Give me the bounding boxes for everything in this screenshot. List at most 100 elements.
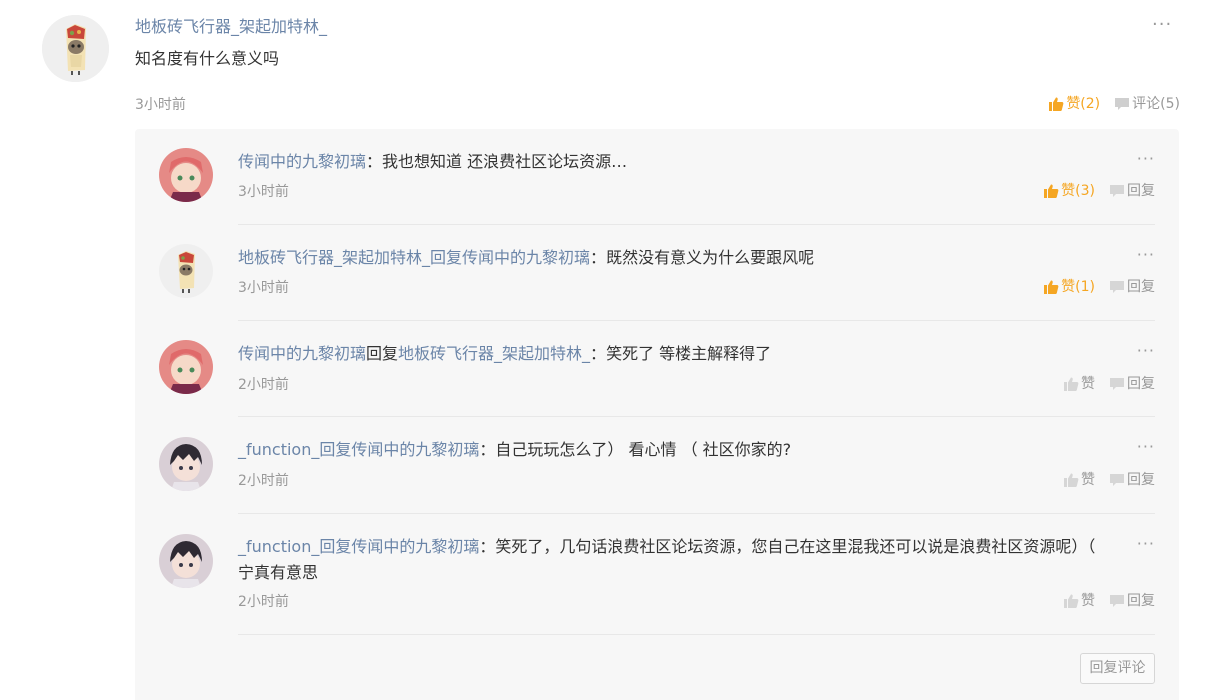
reply-word: 回复 bbox=[319, 440, 352, 459]
comment-icon bbox=[1110, 281, 1124, 293]
reply-target[interactable]: 传闻中的九黎初璃 bbox=[351, 440, 479, 459]
thumbs-up-icon bbox=[1064, 473, 1079, 487]
reply-content: 传闻中的九黎初璃回复地板砖飞行器_架起加特林_：笑死了 等楼主解释得了 bbox=[238, 341, 1108, 367]
reply-like-label: 赞 bbox=[1081, 472, 1095, 488]
reply-author[interactable]: 地板砖飞行器_架起加特林_ bbox=[238, 248, 430, 267]
post-author-name[interactable]: 地板砖飞行器_架起加特林_ bbox=[135, 16, 327, 38]
reply-reply-label: 回复 bbox=[1127, 593, 1155, 609]
thumbs-up-icon bbox=[1064, 594, 1079, 608]
reply-like-button[interactable]: 赞(3) bbox=[1043, 181, 1095, 201]
thumbs-up-icon bbox=[1049, 97, 1064, 111]
reply-avatar[interactable] bbox=[159, 340, 213, 394]
divider bbox=[238, 634, 1155, 635]
comment-icon bbox=[1110, 185, 1124, 197]
reply-reply-label: 回复 bbox=[1127, 472, 1155, 488]
reply-reply-label: 回复 bbox=[1127, 183, 1155, 199]
reply-word: 回复 bbox=[430, 248, 463, 267]
reply-like-button[interactable]: 赞 bbox=[1063, 470, 1095, 490]
reply-actions: 赞 回复 bbox=[1063, 591, 1155, 611]
reply-text: 自己玩玩怎么了） 看心情 （ 社区你家的? bbox=[495, 440, 792, 459]
reply-reply-label: 回复 bbox=[1127, 376, 1155, 392]
reply-word: 回复 bbox=[319, 537, 352, 556]
reply-colon: ： bbox=[590, 344, 607, 363]
reply-more-icon[interactable]: ··· bbox=[1137, 149, 1155, 169]
reply-like-button[interactable]: 赞(1) bbox=[1043, 277, 1095, 297]
reply-text: 笑死了 等楼主解释得了 bbox=[606, 344, 772, 363]
post-comment-button[interactable]: 评论(5) bbox=[1114, 94, 1180, 114]
reply-time: 3小时前 bbox=[238, 280, 289, 296]
reply-author[interactable]: _function_ bbox=[238, 440, 319, 459]
reply-more-icon[interactable]: ··· bbox=[1137, 534, 1155, 554]
reply-like-label: 赞(1) bbox=[1061, 279, 1095, 295]
reply-colon: ： bbox=[590, 248, 607, 267]
reply-actions: 赞(1) 回复 bbox=[1043, 277, 1155, 297]
reply-avatar[interactable] bbox=[159, 148, 213, 202]
reply-content: _function_回复传闻中的九黎初璃：笑死了，几句话浪费社区论坛资源，您自己… bbox=[238, 534, 1108, 586]
reply-more-icon[interactable]: ··· bbox=[1137, 245, 1155, 265]
anime-girl-avatar-icon bbox=[159, 148, 213, 202]
reply-like-label: 赞 bbox=[1081, 376, 1095, 392]
reply-more-icon[interactable]: ··· bbox=[1137, 437, 1155, 457]
reply-reply-button[interactable]: 回复 bbox=[1109, 181, 1155, 201]
reply-like-button[interactable]: 赞 bbox=[1063, 374, 1095, 394]
reply-reply-button[interactable]: 回复 bbox=[1109, 591, 1155, 611]
reply-comment-button[interactable]: 回复评论 bbox=[1080, 653, 1155, 684]
reply-colon: ： bbox=[479, 537, 496, 556]
reply-reply-button[interactable]: 回复 bbox=[1109, 374, 1155, 394]
reply-avatar[interactable] bbox=[159, 534, 213, 588]
comment-icon bbox=[1115, 98, 1130, 110]
reply-content: 地板砖飞行器_架起加特林_回复传闻中的九黎初璃：既然没有意义为什么要跟风呢 bbox=[238, 245, 1108, 271]
post-text: 知名度有什么意义吗 bbox=[135, 49, 280, 68]
anime-girl-avatar-icon bbox=[159, 340, 213, 394]
reply-reply-button[interactable]: 回复 bbox=[1109, 277, 1155, 297]
post-comment-label: 评论(5) bbox=[1132, 96, 1180, 112]
burrito-figure-icon bbox=[159, 244, 213, 298]
comment-icon bbox=[1110, 378, 1124, 390]
reply-author[interactable]: _function_ bbox=[238, 537, 319, 556]
thumbs-up-icon bbox=[1064, 377, 1079, 391]
reply-like-button[interactable]: 赞 bbox=[1063, 591, 1095, 611]
reply-avatar[interactable] bbox=[159, 437, 213, 491]
reply-reply-button[interactable]: 回复 bbox=[1109, 470, 1155, 490]
reply-target[interactable]: 地板砖飞行器_架起加特林_ bbox=[398, 344, 590, 363]
reply-target[interactable]: 传闻中的九黎初璃 bbox=[351, 537, 479, 556]
anime-boy-avatar-icon bbox=[159, 534, 213, 588]
reply-time: 2小时前 bbox=[238, 377, 289, 393]
comment-icon bbox=[1110, 474, 1124, 486]
reply-content: 传闻中的九黎初璃：我也想知道 还浪费社区论坛资源… bbox=[238, 149, 1108, 175]
reply-like-label: 赞 bbox=[1081, 593, 1095, 609]
post-like-label: 赞(2) bbox=[1066, 96, 1101, 112]
reply-text: 我也想知道 还浪费社区论坛资源… bbox=[382, 152, 628, 171]
reply-like-label: 赞(3) bbox=[1061, 183, 1095, 199]
post-actions: 赞(2) 评论(5) bbox=[1048, 94, 1180, 114]
reply-colon: ： bbox=[479, 440, 496, 459]
divider bbox=[238, 224, 1155, 225]
reply-more-icon[interactable]: ··· bbox=[1137, 341, 1155, 361]
reply-time: 2小时前 bbox=[238, 594, 289, 610]
reply-word: 回复 bbox=[366, 344, 399, 363]
reply-target[interactable]: 传闻中的九黎初璃 bbox=[462, 248, 590, 267]
reply-actions: 赞 回复 bbox=[1063, 374, 1155, 394]
reply-content: _function_回复传闻中的九黎初璃：自己玩玩怎么了） 看心情 （ 社区你家… bbox=[238, 437, 1108, 463]
thumbs-up-icon bbox=[1044, 184, 1059, 198]
divider bbox=[238, 513, 1155, 514]
anime-boy-avatar-icon bbox=[159, 437, 213, 491]
reply-colon: ： bbox=[366, 152, 383, 171]
reply-time: 2小时前 bbox=[238, 473, 289, 489]
divider bbox=[238, 320, 1155, 321]
post-author-avatar[interactable] bbox=[42, 15, 109, 82]
reply-text: 既然没有意义为什么要跟风呢 bbox=[606, 248, 815, 267]
reply-author[interactable]: 传闻中的九黎初璃 bbox=[238, 344, 366, 363]
burrito-figure-icon bbox=[42, 15, 109, 82]
divider bbox=[238, 416, 1155, 417]
reply-actions: 赞(3) 回复 bbox=[1043, 181, 1155, 201]
replies-panel: 传闻中的九黎初璃：我也想知道 还浪费社区论坛资源… ··· 3小时前 赞(3) … bbox=[135, 129, 1179, 700]
reply-time: 3小时前 bbox=[238, 184, 289, 200]
thumbs-up-icon bbox=[1044, 280, 1059, 294]
reply-actions: 赞 回复 bbox=[1063, 470, 1155, 490]
reply-avatar[interactable] bbox=[159, 244, 213, 298]
post-like-button[interactable]: 赞(2) bbox=[1048, 94, 1100, 114]
reply-author[interactable]: 传闻中的九黎初璃 bbox=[238, 152, 366, 171]
reply-reply-label: 回复 bbox=[1127, 279, 1155, 295]
post-more-icon[interactable]: ··· bbox=[1152, 14, 1172, 36]
